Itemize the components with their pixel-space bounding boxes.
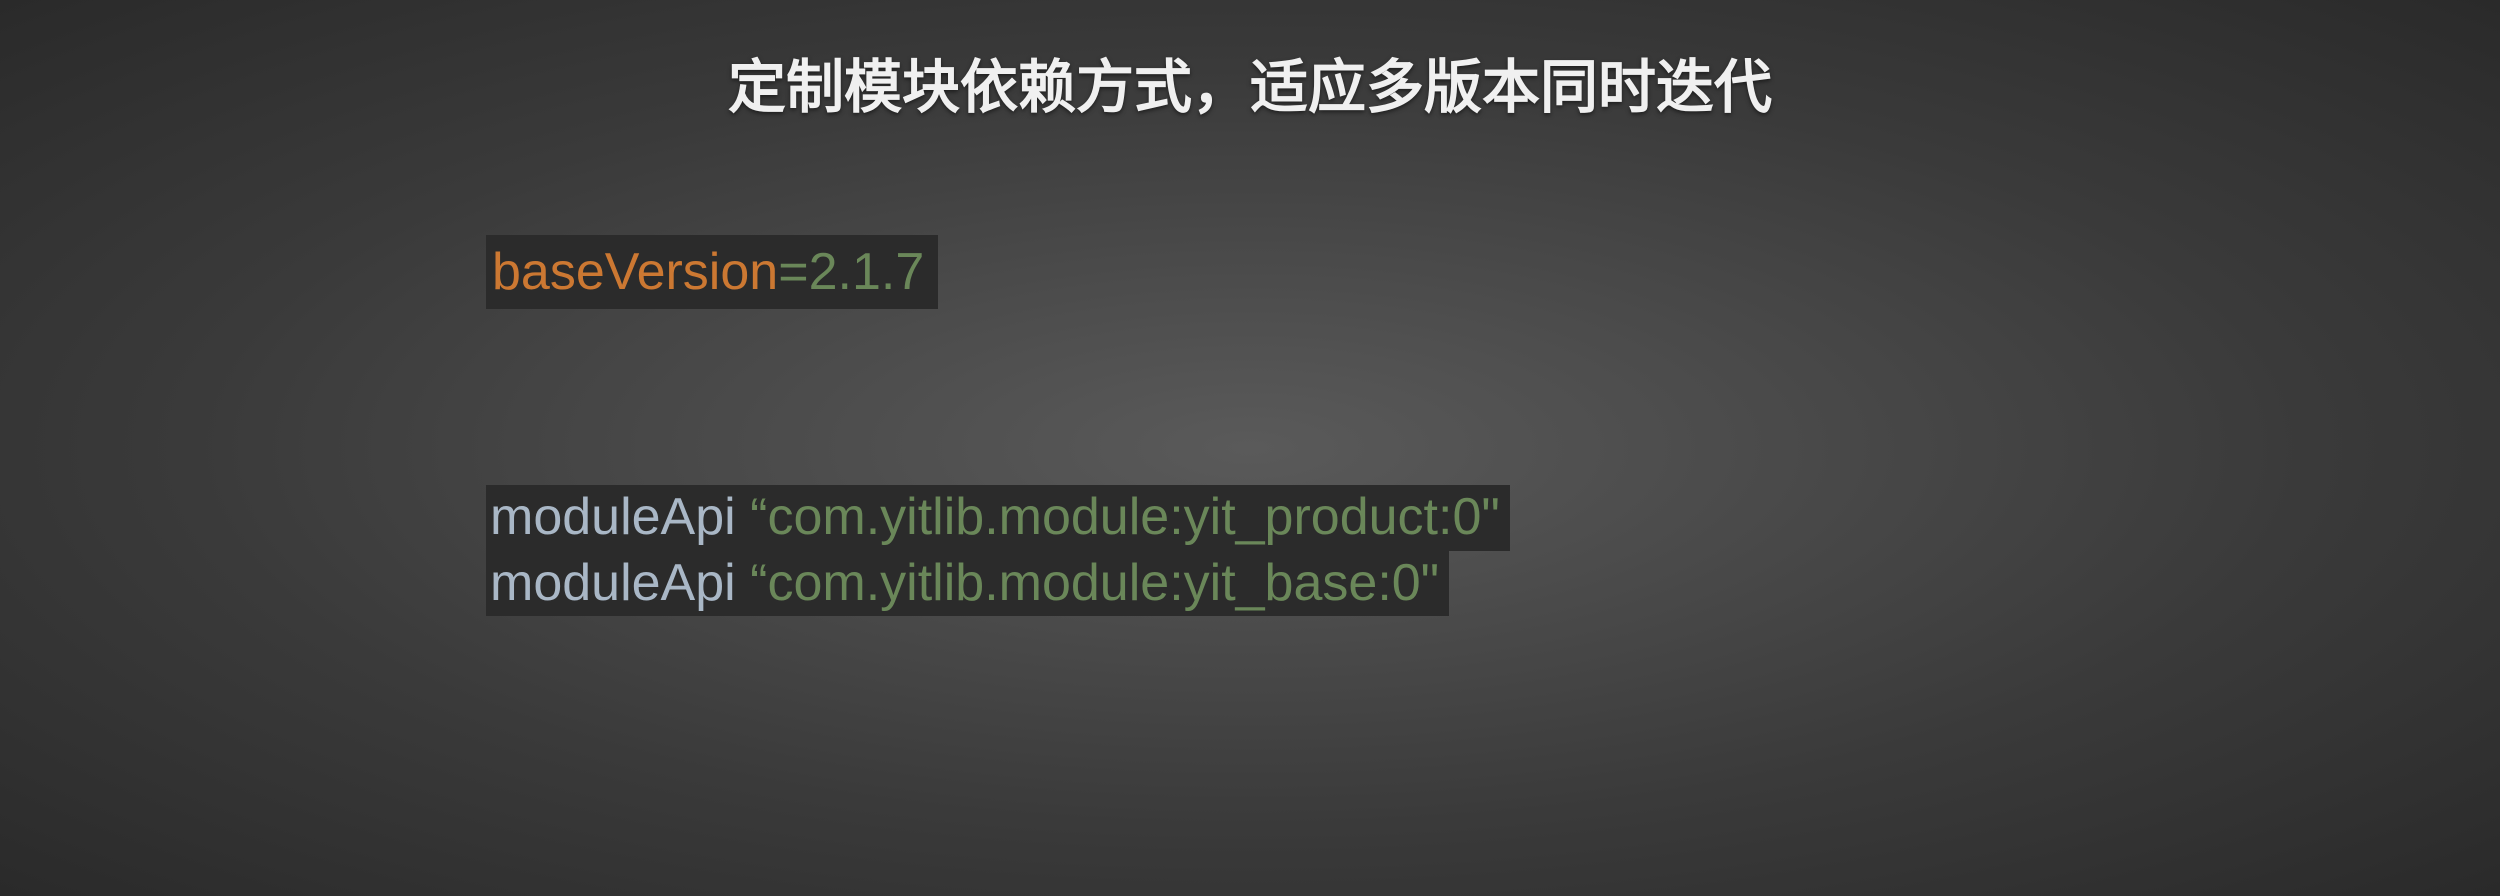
property-key: baseVersion: [492, 243, 778, 301]
string-open-quote: “: [750, 554, 767, 612]
slide-title: 定制模块依赖方式，适应多版本同时迭代: [728, 40, 1772, 124]
code-line: moduleApi “com.yitlib.module:yit_base:0": [486, 551, 1449, 617]
string-literal: com.yitlib.module:yit_base:0": [767, 554, 1439, 612]
property-value: 2.1.7: [809, 243, 925, 301]
method-name: moduleApi: [490, 488, 750, 546]
string-open-quote: “: [750, 488, 767, 546]
equals-sign: =: [778, 243, 808, 301]
code-line: moduleApi “com.yitlib.module:yit_product…: [486, 485, 1510, 551]
string-literal: com.yitlib.module:yit_product:0": [767, 488, 1499, 546]
code-block-base-version: baseVersion=2.1.7: [486, 235, 938, 309]
code-block-module-api: moduleApi “com.yitlib.module:yit_product…: [486, 485, 1510, 616]
method-name: moduleApi: [490, 554, 750, 612]
